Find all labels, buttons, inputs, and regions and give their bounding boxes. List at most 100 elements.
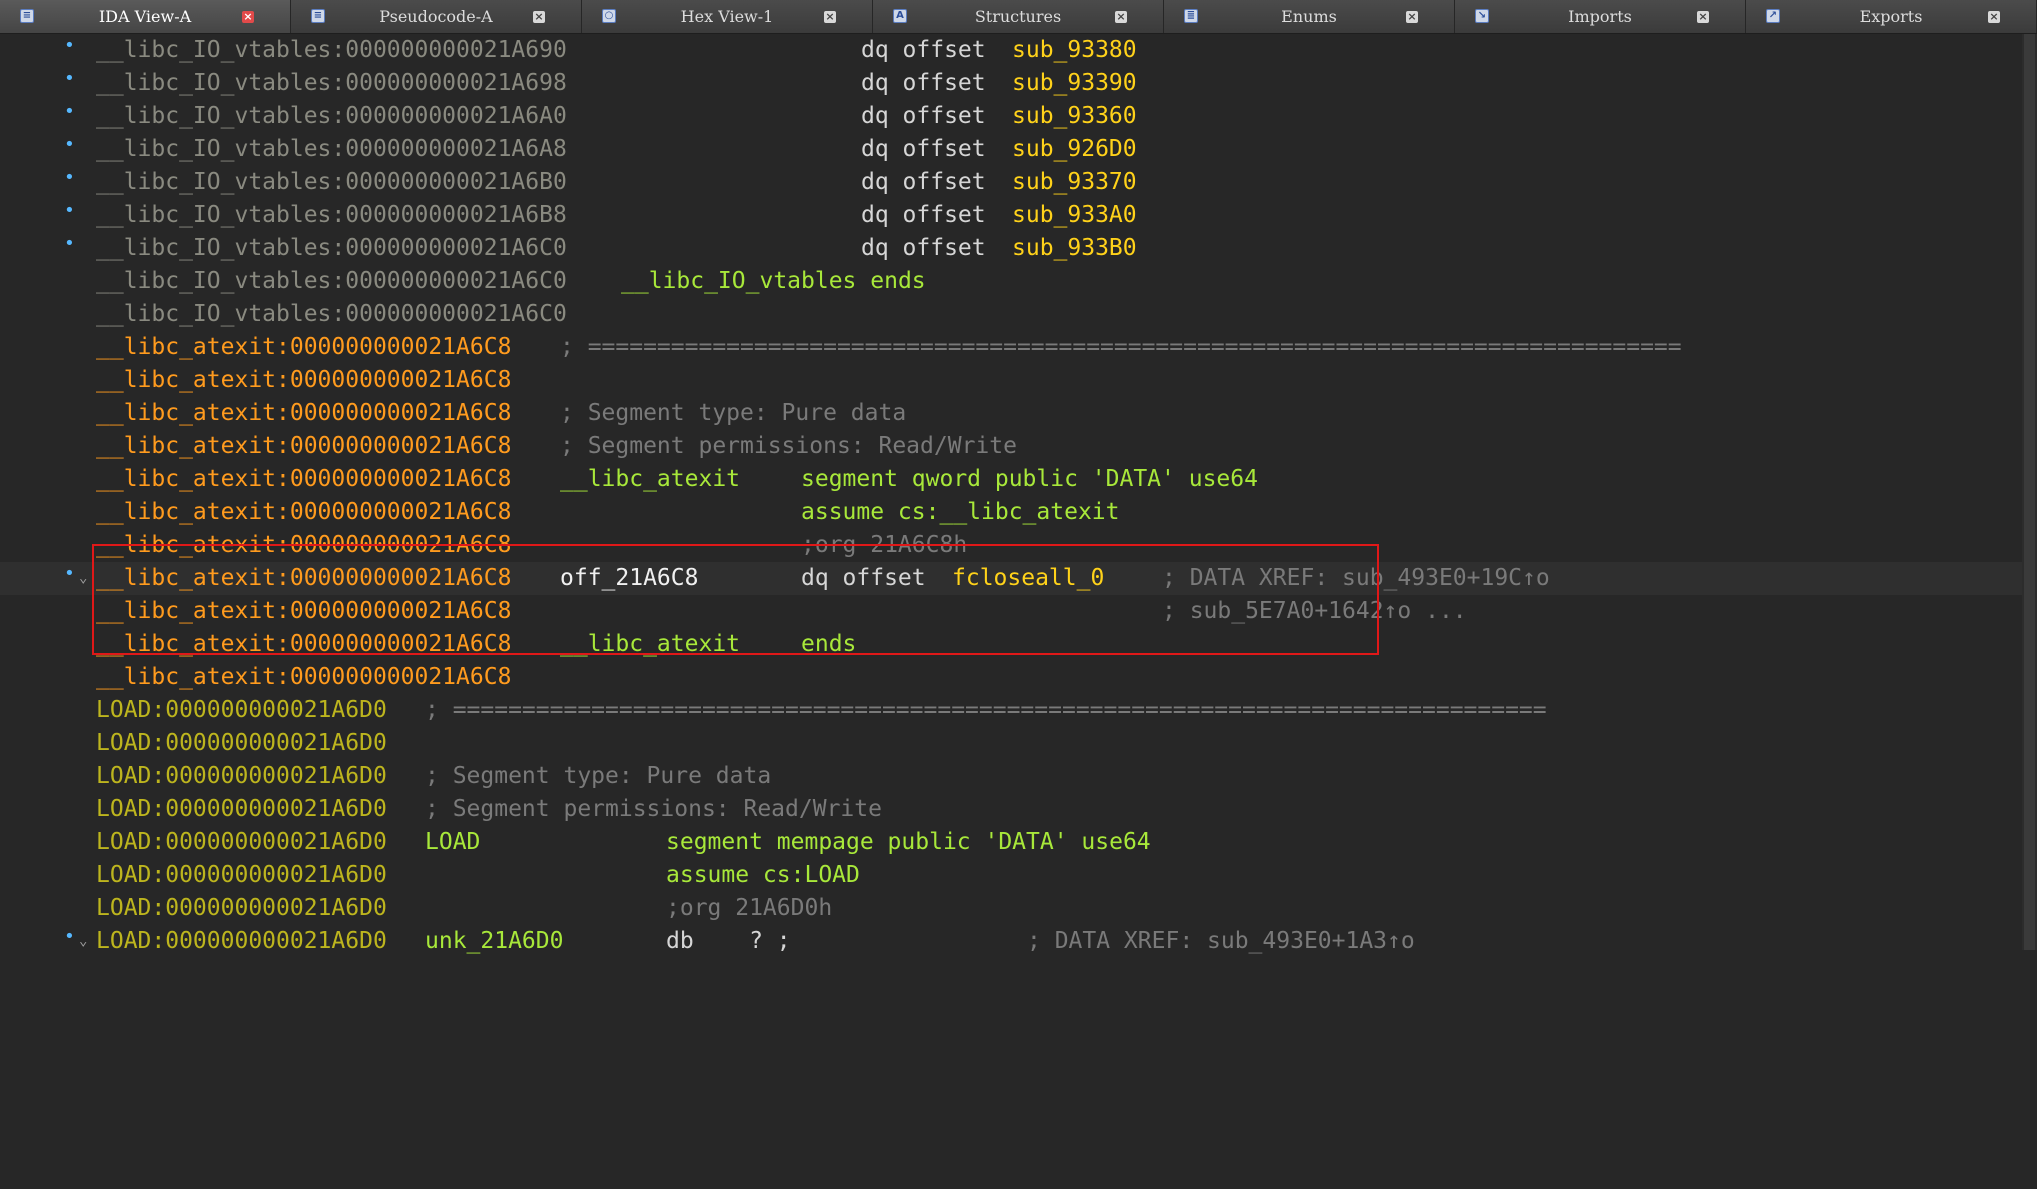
listing-line[interactable]: __libc_atexit:000000000021A6C8 __libc_at…: [0, 463, 2022, 496]
listing-line[interactable]: • ⌄ LOAD:000000000021A6D0 unk_21A6D0 db …: [0, 925, 2022, 958]
listing-line[interactable]: LOAD:000000000021A6D0 ; ================…: [0, 694, 2022, 727]
address: __libc_IO_vtables:000000000021A6A0: [96, 103, 567, 129]
address: __libc_atexit:000000000021A6C8: [96, 598, 512, 624]
operand-reference[interactable]: sub_93390: [1012, 67, 1137, 100]
tab-pseudocode-a[interactable]: ≡ Pseudocode-A ×: [291, 0, 582, 33]
close-icon[interactable]: ×: [1697, 11, 1709, 23]
address: LOAD:000000000021A6D0: [96, 697, 387, 723]
segment-label[interactable]: __libc_atexit: [560, 628, 740, 661]
listing-line[interactable]: __libc_atexit:000000000021A6C8 ; sub_5E7…: [0, 595, 2022, 628]
xref-comment[interactable]: ; DATA XREF: sub_493E0+1A3↑o: [1027, 925, 1415, 958]
address: __libc_atexit:000000000021A6C8: [96, 400, 512, 426]
breakpoint-dot-icon: •: [64, 200, 75, 221]
listing-line-current[interactable]: • ⌄ __libc_atexit:000000000021A6C8 off_2…: [0, 562, 2022, 595]
comment: ; Segment permissions: Read/Write: [560, 433, 1017, 459]
listing-line[interactable]: __libc_atexit:000000000021A6C8 __libc_at…: [0, 628, 2022, 661]
disassembly-listing[interactable]: • __libc_IO_vtables:000000000021A690 dq …: [0, 34, 2037, 954]
instruction: dq offset: [861, 136, 1000, 162]
address: LOAD:000000000021A6D0: [96, 862, 387, 888]
close-icon[interactable]: ×: [1406, 11, 1418, 23]
address: __libc_atexit:000000000021A6C8: [96, 334, 512, 360]
directive: assume cs:LOAD: [666, 862, 860, 888]
tab-exports[interactable]: ↗ Exports ×: [1746, 0, 2037, 33]
address: __libc_IO_vtables:000000000021A6A8: [96, 136, 567, 162]
listing-line[interactable]: LOAD:000000000021A6D0 ; Segment permissi…: [0, 793, 2022, 826]
segment-label[interactable]: LOAD: [425, 826, 480, 859]
breakpoint-dot-icon: •: [64, 167, 75, 188]
tab-enums[interactable]: ≣ Enums ×: [1164, 0, 1455, 33]
collapse-chevron-icon[interactable]: ⌄: [79, 934, 87, 948]
listing-line[interactable]: • __libc_IO_vtables:000000000021A6C0 dq …: [0, 232, 2022, 265]
address: LOAD:000000000021A6D0: [96, 928, 387, 954]
close-icon[interactable]: ×: [1115, 11, 1127, 23]
comment: ; Segment type: Pure data: [425, 763, 772, 789]
listing-line[interactable]: __libc_atexit:000000000021A6C8 ; Segment…: [0, 430, 2022, 463]
operand-reference[interactable]: sub_933B0: [1012, 232, 1137, 265]
instruction: dq offset: [861, 103, 1000, 129]
listing-line[interactable]: __libc_atexit:000000000021A6C8 assume cs…: [0, 496, 2022, 529]
listing-line[interactable]: • __libc_IO_vtables:000000000021A6A0 dq …: [0, 100, 2022, 133]
scrollbar-thumb[interactable]: [2024, 34, 2035, 950]
operand-reference[interactable]: sub_926D0: [1012, 133, 1137, 166]
close-icon[interactable]: ×: [1988, 11, 2000, 23]
tab-ida-view-a[interactable]: ≡ IDA View-A ×: [0, 0, 291, 33]
tab-hex-view-1[interactable]: ○ Hex View-1 ×: [582, 0, 873, 33]
tab-structures[interactable]: A Structures ×: [873, 0, 1164, 33]
address: LOAD:000000000021A6D0: [96, 796, 387, 822]
xref-comment[interactable]: ; DATA XREF: sub_493E0+19C↑o: [1162, 562, 1550, 595]
listing-line[interactable]: • __libc_IO_vtables:000000000021A6A8 dq …: [0, 133, 2022, 166]
address: __libc_IO_vtables:000000000021A6B0: [96, 169, 567, 195]
instruction: dq offset: [861, 37, 1000, 63]
tab-imports[interactable]: ↘ Imports ×: [1455, 0, 1746, 33]
directive: segment mempage public 'DATA' use64: [666, 829, 1151, 855]
breakpoint-dot-icon: •: [64, 134, 75, 155]
operand-reference[interactable]: sub_93360: [1012, 100, 1137, 133]
instruction: dq offset: [861, 169, 1000, 195]
listing-line[interactable]: • __libc_IO_vtables:000000000021A698 dq …: [0, 67, 2022, 100]
listing-line[interactable]: LOAD:000000000021A6D0 ;org 21A6D0h: [0, 892, 2022, 925]
listing-line[interactable]: • __libc_IO_vtables:000000000021A6B0 dq …: [0, 166, 2022, 199]
comment: ;org 21A6D0h: [666, 895, 833, 921]
listing-line[interactable]: __libc_atexit:000000000021A6C8: [0, 661, 2022, 694]
address: LOAD:000000000021A6D0: [96, 763, 387, 789]
operand-reference[interactable]: sub_93380: [1012, 34, 1137, 67]
address: LOAD:000000000021A6D0: [96, 829, 387, 855]
listing-line[interactable]: • __libc_IO_vtables:000000000021A690 dq …: [0, 34, 2022, 67]
listing-line[interactable]: __libc_IO_vtables:000000000021A6C0 __lib…: [0, 265, 2022, 298]
data-label[interactable]: unk_21A6D0: [425, 925, 563, 958]
collapse-chevron-icon[interactable]: ⌄: [79, 571, 87, 585]
address: __libc_atexit:000000000021A6C8: [96, 532, 512, 558]
close-icon[interactable]: ×: [824, 11, 836, 23]
close-icon[interactable]: ×: [242, 11, 254, 23]
breakpoint-dot-icon: •: [64, 35, 75, 56]
segment-label[interactable]: __libc_atexit: [560, 463, 740, 496]
listing-line[interactable]: LOAD:000000000021A6D0: [0, 727, 2022, 760]
address: __libc_atexit:000000000021A6C8: [96, 631, 512, 657]
address: __libc_IO_vtables:000000000021A690: [96, 37, 567, 63]
data-label[interactable]: off_21A6C8: [560, 562, 698, 595]
comment: ; ======================================…: [560, 334, 1682, 360]
breakpoint-dot-icon: •: [64, 101, 75, 122]
listing-line[interactable]: __libc_atexit:000000000021A6C8 ; =======…: [0, 331, 2022, 364]
address: __libc_IO_vtables:000000000021A698: [96, 70, 567, 96]
xref-comment[interactable]: ; sub_5E7A0+1642↑o ...: [1162, 595, 1467, 628]
listing-line[interactable]: LOAD:000000000021A6D0 assume cs:LOAD: [0, 859, 2022, 892]
listing-line[interactable]: • __libc_IO_vtables:000000000021A6B8 dq …: [0, 199, 2022, 232]
listing-line[interactable]: __libc_atexit:000000000021A6C8 ;org 21A6…: [0, 529, 2022, 562]
operand-reference[interactable]: fcloseall_0: [952, 562, 1104, 595]
breakpoint-dot-icon: •: [64, 68, 75, 89]
operand-reference[interactable]: sub_933A0: [1012, 199, 1137, 232]
listing-line[interactable]: LOAD:000000000021A6D0 LOAD segment mempa…: [0, 826, 2022, 859]
listing-line[interactable]: __libc_atexit:000000000021A6C8: [0, 364, 2022, 397]
address: __libc_IO_vtables:000000000021A6B8: [96, 202, 567, 228]
listing-line[interactable]: LOAD:000000000021A6D0 ; Segment type: Pu…: [0, 760, 2022, 793]
listing-line[interactable]: __libc_atexit:000000000021A6C8 ; Segment…: [0, 397, 2022, 430]
listing-line[interactable]: __libc_IO_vtables:000000000021A6C0: [0, 298, 2022, 331]
directive: assume cs:__libc_atexit: [801, 499, 1120, 525]
address: __libc_atexit:000000000021A6C8: [96, 433, 512, 459]
operand-reference[interactable]: sub_93370: [1012, 166, 1137, 199]
vertical-scrollbar[interactable]: [2022, 34, 2037, 950]
comment: ; Segment type: Pure data: [560, 400, 907, 426]
address: LOAD:000000000021A6D0: [96, 730, 387, 756]
close-icon[interactable]: ×: [533, 11, 545, 23]
